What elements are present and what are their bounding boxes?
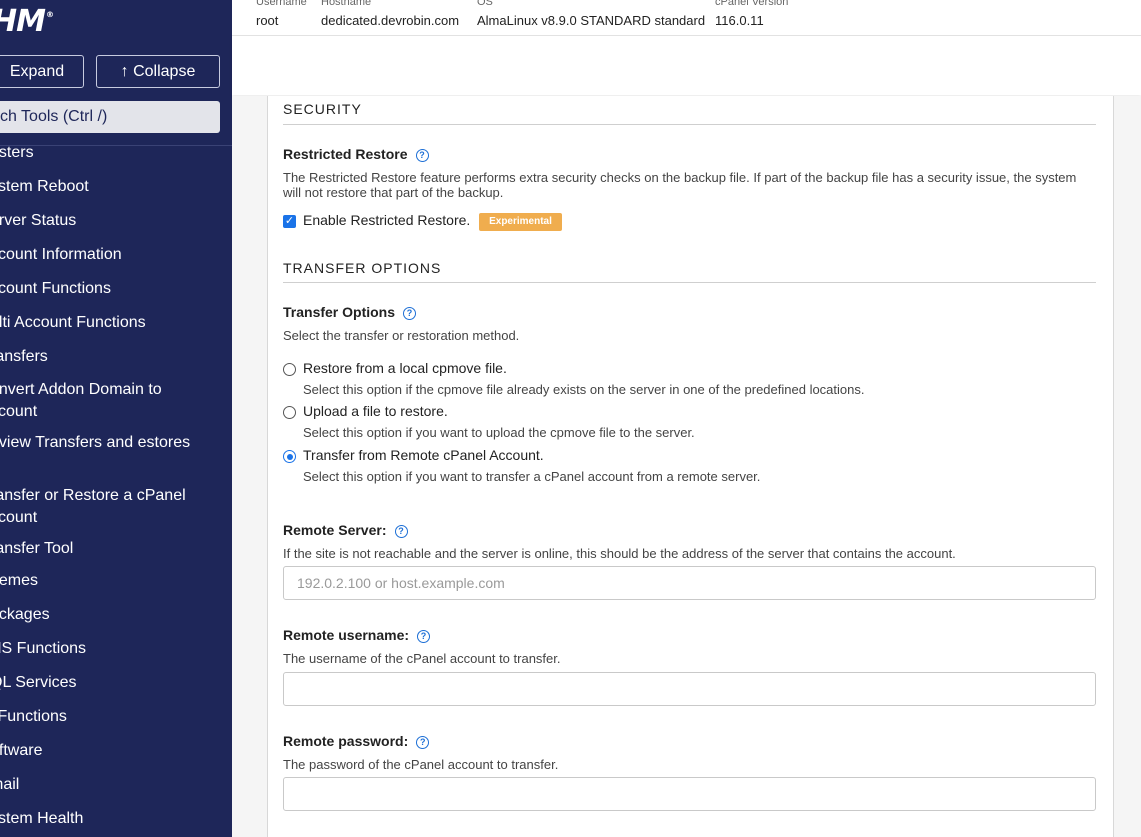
- search-tools-input[interactable]: ch Tools (Ctrl /): [0, 101, 220, 133]
- transfer-options-label: Transfer Options?: [283, 304, 417, 320]
- form-panel: [267, 96, 1114, 837]
- experimental-badge: Experimental: [479, 213, 562, 231]
- transfer-remote-cpanel-label[interactable]: Transfer from Remote cPanel Account.: [303, 447, 544, 463]
- page-subheader: [232, 36, 1141, 95]
- upload-file-label[interactable]: Upload a file to restore.: [303, 403, 448, 419]
- remote-username-label: Remote username:?: [283, 627, 431, 643]
- whm-logo[interactable]: HM®: [0, 4, 54, 39]
- sidebar-item-packages[interactable]: ackages: [0, 604, 230, 626]
- remote-username-label-text: Remote username:: [283, 627, 410, 643]
- expand-button[interactable]: Expand: [0, 55, 84, 88]
- restore-local-cpmove-radio[interactable]: [283, 363, 296, 376]
- sidebar-item-software[interactable]: oftware: [0, 740, 230, 762]
- sidebar-item-sql-services[interactable]: QL Services: [0, 672, 230, 694]
- transfer-options-section-rule: [283, 282, 1096, 283]
- sidebar-item-multi-account-functions[interactable]: ulti Account Functions: [0, 312, 230, 334]
- sidebar-item-system-reboot[interactable]: ystem Reboot: [0, 176, 230, 198]
- restricted-restore-description: The Restricted Restore feature performs …: [283, 170, 1077, 200]
- remote-username-description: The username of the cPanel account to tr…: [283, 651, 561, 666]
- help-icon[interactable]: ?: [403, 307, 417, 320]
- os-label: OS: [477, 0, 493, 8]
- sidebar-item-account-information[interactable]: ccount Information: [0, 244, 230, 266]
- sidebar-item-review-transfers[interactable]: eview Transfers and estores: [0, 432, 200, 454]
- remote-username-input[interactable]: [283, 672, 1096, 706]
- sidebar-item-dns-functions[interactable]: NS Functions: [0, 638, 230, 660]
- sidebar-item-clusters[interactable]: usters: [0, 142, 230, 164]
- remote-server-description: If the site is not reachable and the ser…: [283, 546, 956, 561]
- help-icon[interactable]: ?: [416, 736, 430, 749]
- remote-password-input[interactable]: [283, 777, 1096, 811]
- restricted-restore-label-text: Restricted Restore: [283, 146, 408, 162]
- logo-text: HM: [0, 4, 46, 39]
- sidebar-item-server-status[interactable]: erver Status: [0, 210, 230, 232]
- sidebar-item-transfers[interactable]: ransfers: [0, 346, 230, 368]
- collapse-button[interactable]: ↑ Collapse: [96, 55, 220, 88]
- sidebar-item-account-functions[interactable]: ccount Functions: [0, 278, 230, 300]
- enable-restricted-restore-label[interactable]: Enable Restricted Restore.: [303, 212, 470, 228]
- help-icon[interactable]: ?: [394, 525, 408, 538]
- upload-file-radio[interactable]: [283, 406, 296, 419]
- remote-password-label: Remote password:?: [283, 733, 430, 749]
- transfer-options-section-title: TRANSFER OPTIONS: [283, 260, 442, 276]
- help-icon[interactable]: ?: [415, 149, 429, 162]
- restore-local-cpmove-label[interactable]: Restore from a local cpmove file.: [303, 360, 507, 376]
- hostname-value: dedicated.devrobin.com: [321, 13, 460, 28]
- restore-local-cpmove-help: Select this option if the cpmove file al…: [303, 382, 865, 397]
- sidebar-item-ip-functions[interactable]: ' Functions: [0, 706, 230, 728]
- remote-server-label: Remote Server:?: [283, 522, 408, 538]
- help-icon[interactable]: ?: [417, 630, 431, 643]
- restricted-restore-label: Restricted Restore?: [283, 146, 429, 162]
- sidebar-item-email[interactable]: mail: [0, 774, 230, 796]
- transfer-options-description: Select the transfer or restoration metho…: [283, 328, 520, 343]
- transfer-remote-cpanel-help: Select this option if you want to transf…: [303, 469, 761, 484]
- remote-password-description: The password of the cPanel account to tr…: [283, 757, 559, 772]
- security-section-rule: [283, 124, 1096, 125]
- sidebar-item-convert-addon-domain[interactable]: onvert Addon Domain to ccount: [0, 379, 200, 423]
- hostname-label: Hostname: [321, 0, 372, 8]
- remote-password-label-text: Remote password:: [283, 733, 409, 749]
- server-info-bar: Username root Hostname dedicated.devrobi…: [232, 0, 1141, 36]
- username-value: root: [256, 13, 279, 28]
- sidebar-item-transfer-tool[interactable]: ransfer Tool: [0, 538, 230, 560]
- security-section-title: SECURITY: [283, 101, 362, 117]
- transfer-remote-cpanel-radio[interactable]: [283, 450, 296, 463]
- sidebar: HM® Expand ↑ Collapse ch Tools (Ctrl /) …: [0, 0, 232, 837]
- upload-file-help: Select this option if you want to upload…: [303, 425, 695, 440]
- username-label: Username: [256, 0, 307, 8]
- remote-server-label-text: Remote Server:: [283, 522, 387, 538]
- remote-server-input[interactable]: [283, 566, 1096, 600]
- whm-transfer-page: HM® Expand ↑ Collapse ch Tools (Ctrl /) …: [0, 0, 1141, 837]
- os-value: AlmaLinux v8.9.0 STANDARD standard: [477, 13, 706, 28]
- sidebar-item-system-health[interactable]: ystem Health: [0, 808, 230, 830]
- logo-registered-mark: ®: [45, 10, 54, 19]
- cpanel-version-label: cPanel Version: [715, 0, 789, 8]
- cpanel-version-value: 116.0.11: [715, 13, 764, 28]
- transfer-options-label-text: Transfer Options: [283, 304, 396, 320]
- sidebar-item-themes[interactable]: hemes: [0, 570, 230, 592]
- sidebar-item-transfer-or-restore[interactable]: ransfer or Restore a cPanel ccount: [0, 485, 200, 529]
- enable-restricted-restore-checkbox[interactable]: ✓: [283, 215, 296, 228]
